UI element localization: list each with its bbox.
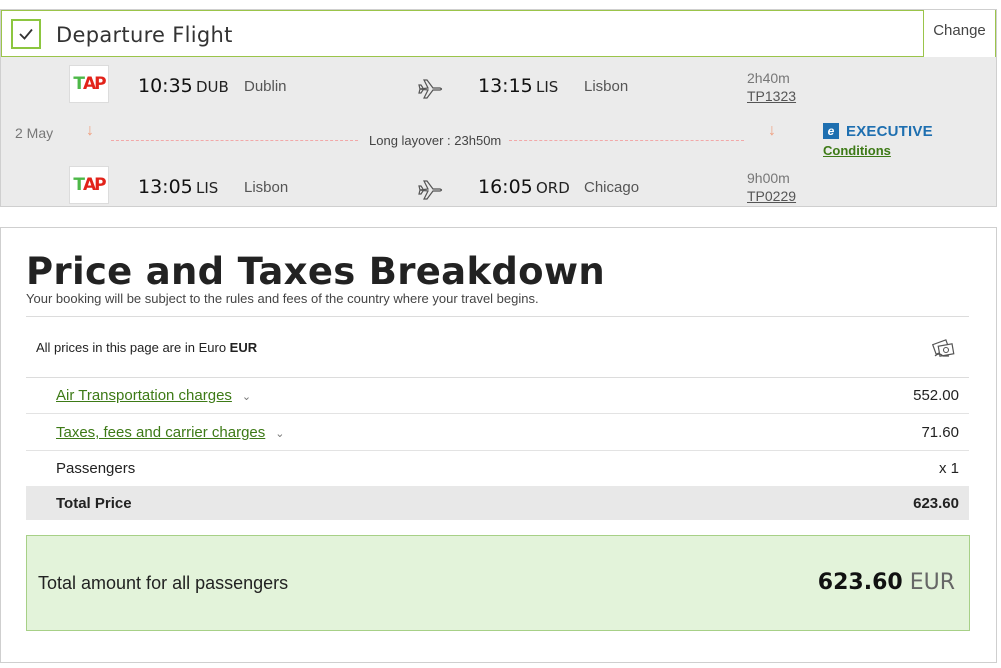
departure-code: DUB [196,78,229,96]
tap-airline-logo: T AP [69,166,109,204]
total-price-label: Total Price [56,495,132,512]
flight-number-link[interactable]: TP0229 [747,188,796,204]
grand-total-box: Total amount for all passengers 623.60 E… [26,535,970,631]
arrival-code: ORD [536,179,570,197]
flight-title: Departure Flight [56,23,233,47]
cabin-class: EXECUTIVE [846,123,933,140]
price-row-taxes: Taxes, fees and carrier charges ⌄ 71.60 [26,415,969,451]
flight-duration: 2h40m [747,70,790,86]
layover-info: Long layover : 23h50m [369,133,502,148]
departure-code: LIS [196,179,219,197]
chevron-down-icon: ⌄ [241,391,252,403]
grand-total-label: Total amount for all passengers [38,573,289,593]
departure-city: Dublin [244,78,287,95]
price-row-total: Total Price 623.60 [26,486,969,520]
arrow-down-icon: ↓ [768,122,776,139]
departure-time: 13:05 [138,176,193,198]
grand-total-value: 623.60 [817,570,903,595]
layover-divider [509,140,744,141]
currency-converter-icon[interactable] [931,336,957,360]
currency-note-text: All prices in this page are in Euro [36,340,227,355]
flight-duration: 9h00m [747,170,790,186]
price-subtitle: Your booking will be subject to the rule… [26,291,539,306]
price-title: Price and Taxes Breakdown [26,250,605,293]
currency-code: EUR [229,340,258,355]
arrival-city: Lisbon [584,78,629,95]
check-icon[interactable] [11,19,41,49]
arrival-time: 13:15 [478,75,533,97]
row-label: Taxes, fees and carrier charges [56,424,266,441]
row-label: Passengers [56,460,136,477]
arrival-code: LIS [536,78,559,96]
row-value: 552.00 [913,387,959,404]
chevron-down-icon: ⌄ [275,428,285,440]
tap-airline-logo: T AP [69,65,109,103]
price-row-air-transportation: Air Transportation charges ⌄ 552.00 [26,378,969,414]
row-label: Air Transportation charges [56,387,232,404]
row-value: x 1 [938,460,959,477]
price-breakdown-card: Price and Taxes Breakdown Your booking w… [0,227,997,663]
executive-icon: e [823,123,839,139]
flight-number-link[interactable]: TP1323 [747,88,796,104]
arrow-down-icon: ↓ [86,122,94,139]
divider [26,316,969,317]
row-value: 71.60 [921,424,959,441]
taxes-toggle[interactable]: Taxes, fees and carrier charges ⌄ [56,424,285,441]
arrival-city: Chicago [584,179,640,196]
grand-total-amount: 623.60 EUR [818,570,955,595]
currency-note: All prices in this page are in Euro EUR [36,340,257,355]
flight-segments: T AP 10:35 DUB Dublin 13:15 LIS Lisbon 2h… [1,57,996,206]
price-row-passengers: Passengers x 1 [26,451,969,487]
conditions-link[interactable]: Conditions [823,143,891,158]
layover-divider [111,140,358,141]
departure-city: Lisbon [244,179,289,196]
flight-header: Departure Flight Change [1,10,996,57]
plane-icon [418,180,443,200]
plane-icon [418,79,443,99]
departure-time: 10:35 [138,75,193,97]
air-transportation-toggle[interactable]: Air Transportation charges ⌄ [56,387,251,404]
total-price-value: 623.60 [913,495,959,512]
departure-flight-card: Departure Flight Change T AP 10:35 DUB Du… [0,9,997,207]
arrival-time: 16:05 [478,176,533,198]
grand-total-currency: EUR [909,570,955,595]
change-button[interactable]: Change [923,10,995,57]
flight-date: 2 May [15,125,54,141]
